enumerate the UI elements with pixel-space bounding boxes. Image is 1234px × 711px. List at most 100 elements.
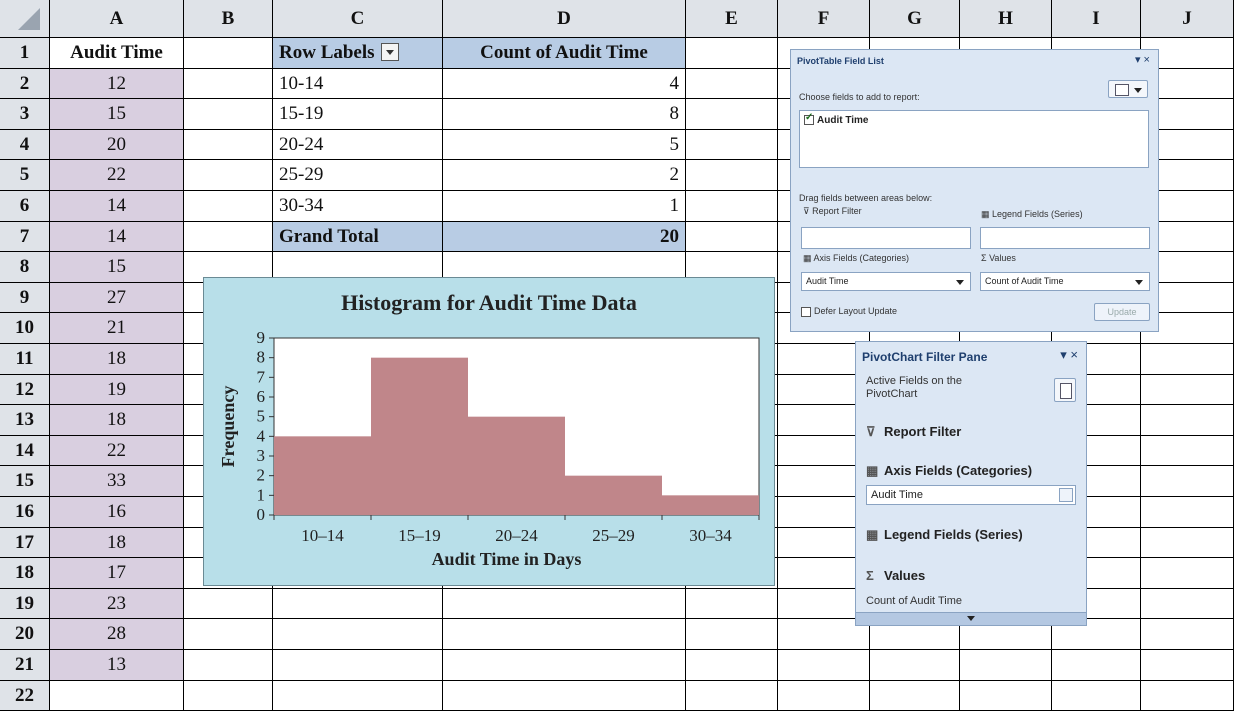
row-header-7[interactable]: 7 (0, 221, 50, 253)
row-labels-filter-dropdown[interactable] (380, 42, 399, 61)
row-header-15[interactable]: 15 (0, 466, 50, 497)
values-combo[interactable]: Count of Audit Time (980, 272, 1150, 291)
row-header-17[interactable]: 17 (0, 527, 50, 559)
cell-a11[interactable]: 18 (50, 344, 184, 375)
pivot-row-label[interactable]: 15-19 (273, 99, 443, 130)
select-all-corner[interactable] (0, 0, 50, 38)
cell-i21[interactable] (1052, 650, 1141, 681)
report-filter-dropzone[interactable] (801, 227, 971, 249)
cell-a7[interactable]: 14 (50, 221, 184, 253)
cell-j17[interactable] (1141, 527, 1234, 559)
cell-a18[interactable]: 17 (50, 558, 184, 589)
column-header-c[interactable]: C (273, 0, 443, 38)
column-header-d[interactable]: D (443, 0, 686, 38)
cell-b5[interactable] (184, 160, 273, 191)
pivot-row-count[interactable]: 1 (443, 191, 686, 222)
cell-j11[interactable] (1141, 344, 1234, 375)
column-header-i[interactable]: I (1052, 0, 1141, 38)
cell-c19[interactable] (273, 588, 443, 620)
cell-a19[interactable]: 23 (50, 588, 184, 620)
column-header-h[interactable]: H (960, 0, 1052, 38)
cell-f22[interactable] (778, 680, 870, 711)
cell-j20[interactable] (1141, 619, 1234, 650)
row-header-6[interactable]: 6 (0, 191, 50, 222)
cell-a16[interactable]: 16 (50, 497, 184, 528)
cell-a13[interactable]: 18 (50, 405, 184, 436)
field-list-layout-button[interactable] (1108, 80, 1148, 98)
cell-j14[interactable] (1141, 435, 1234, 467)
axis-fields-combo[interactable]: Audit Time (801, 272, 971, 291)
cell-g22[interactable] (870, 680, 960, 711)
row-header-13[interactable]: 13 (0, 405, 50, 436)
row-header-11[interactable]: 11 (0, 344, 50, 375)
cell-e1[interactable] (686, 38, 778, 69)
cell-j19[interactable] (1141, 588, 1234, 620)
update-button[interactable]: Update (1094, 303, 1150, 321)
cell-a12[interactable]: 19 (50, 374, 184, 406)
cell-e22[interactable] (686, 680, 778, 711)
row-header-20[interactable]: 20 (0, 619, 50, 650)
cell-d20[interactable] (443, 619, 686, 650)
cell-j13[interactable] (1141, 405, 1234, 436)
cell-h21[interactable] (960, 650, 1052, 681)
cell-e2[interactable] (686, 68, 778, 100)
column-header-g[interactable]: G (870, 0, 960, 38)
cell-a8[interactable]: 15 (50, 252, 184, 283)
cell-b20[interactable] (184, 619, 273, 650)
column-header-f[interactable]: F (778, 0, 870, 38)
cell-b22[interactable] (184, 680, 273, 711)
scroll-down-icon[interactable] (967, 616, 975, 621)
column-header-a[interactable]: A (50, 0, 184, 38)
row-header-2[interactable]: 2 (0, 68, 50, 100)
row-header-10[interactable]: 10 (0, 313, 50, 344)
filter-pane-controls[interactable]: ▾ × (1060, 347, 1078, 363)
pivot-row-label[interactable]: 25-29 (273, 160, 443, 191)
cell-d19[interactable] (443, 588, 686, 620)
pivot-row-label[interactable]: 20-24 (273, 129, 443, 161)
pivot-row-count[interactable]: 2 (443, 160, 686, 191)
cell-j16[interactable] (1141, 497, 1234, 528)
pane-scroll-bar[interactable] (856, 612, 1086, 625)
row-header-21[interactable]: 21 (0, 650, 50, 681)
cell-a3[interactable]: 15 (50, 99, 184, 130)
pivot-row-label[interactable]: 10-14 (273, 68, 443, 100)
cell-e3[interactable] (686, 99, 778, 130)
defer-checkbox[interactable] (801, 306, 811, 317)
cell-e7[interactable] (686, 221, 778, 253)
cell-b7[interactable] (184, 221, 273, 253)
cell-c21[interactable] (273, 650, 443, 681)
row-header-16[interactable]: 16 (0, 497, 50, 528)
cell-a17[interactable]: 18 (50, 527, 184, 559)
cell-h22[interactable] (960, 680, 1052, 711)
legend-fields-dropzone[interactable] (980, 227, 1150, 249)
pivot-row-count[interactable]: 8 (443, 99, 686, 130)
field-list-pane-controls[interactable]: ▾ × (1135, 53, 1150, 66)
cell-d21[interactable] (443, 650, 686, 681)
cell-b19[interactable] (184, 588, 273, 620)
row-header-8[interactable]: 8 (0, 252, 50, 283)
cell-i22[interactable] (1052, 680, 1141, 711)
cell-a4[interactable]: 20 (50, 129, 184, 161)
cell-g21[interactable] (870, 650, 960, 681)
pivot-row-count[interactable]: 5 (443, 129, 686, 161)
cell-c22[interactable] (273, 680, 443, 711)
cell-a5[interactable]: 22 (50, 160, 184, 191)
histogram-chart[interactable]: Histogram for Audit Time Data 0123456789… (203, 277, 775, 586)
row-header-9[interactable]: 9 (0, 282, 50, 314)
pivot-row-count[interactable]: 4 (443, 68, 686, 100)
column-header-b[interactable]: B (184, 0, 273, 38)
cell-a6[interactable]: 14 (50, 191, 184, 222)
pivot-row-label[interactable]: 30-34 (273, 191, 443, 222)
cell-e19[interactable] (686, 588, 778, 620)
row-header-1[interactable]: 1 (0, 38, 50, 69)
cell-a15[interactable]: 33 (50, 466, 184, 497)
cell-a20[interactable]: 28 (50, 619, 184, 650)
row-header-19[interactable]: 19 (0, 588, 50, 620)
row-header-12[interactable]: 12 (0, 374, 50, 406)
cell-a14[interactable]: 22 (50, 435, 184, 467)
cell-a2[interactable]: 12 (50, 68, 184, 100)
cell-a21[interactable]: 13 (50, 650, 184, 681)
cell-e20[interactable] (686, 619, 778, 650)
cell-c20[interactable] (273, 619, 443, 650)
cell-a22[interactable] (50, 680, 184, 711)
